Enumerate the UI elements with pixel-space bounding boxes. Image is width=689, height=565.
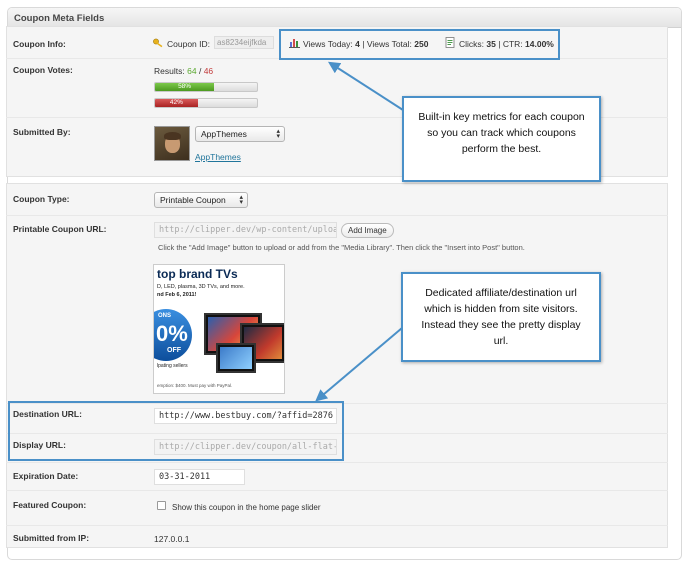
url-arrow (315, 327, 403, 402)
metrics-callout: Built-in key metrics for each coupon so … (402, 96, 601, 182)
metrics-arrow (327, 61, 404, 111)
affiliate-callout: Dedicated affiliate/destination url whic… (401, 272, 601, 362)
